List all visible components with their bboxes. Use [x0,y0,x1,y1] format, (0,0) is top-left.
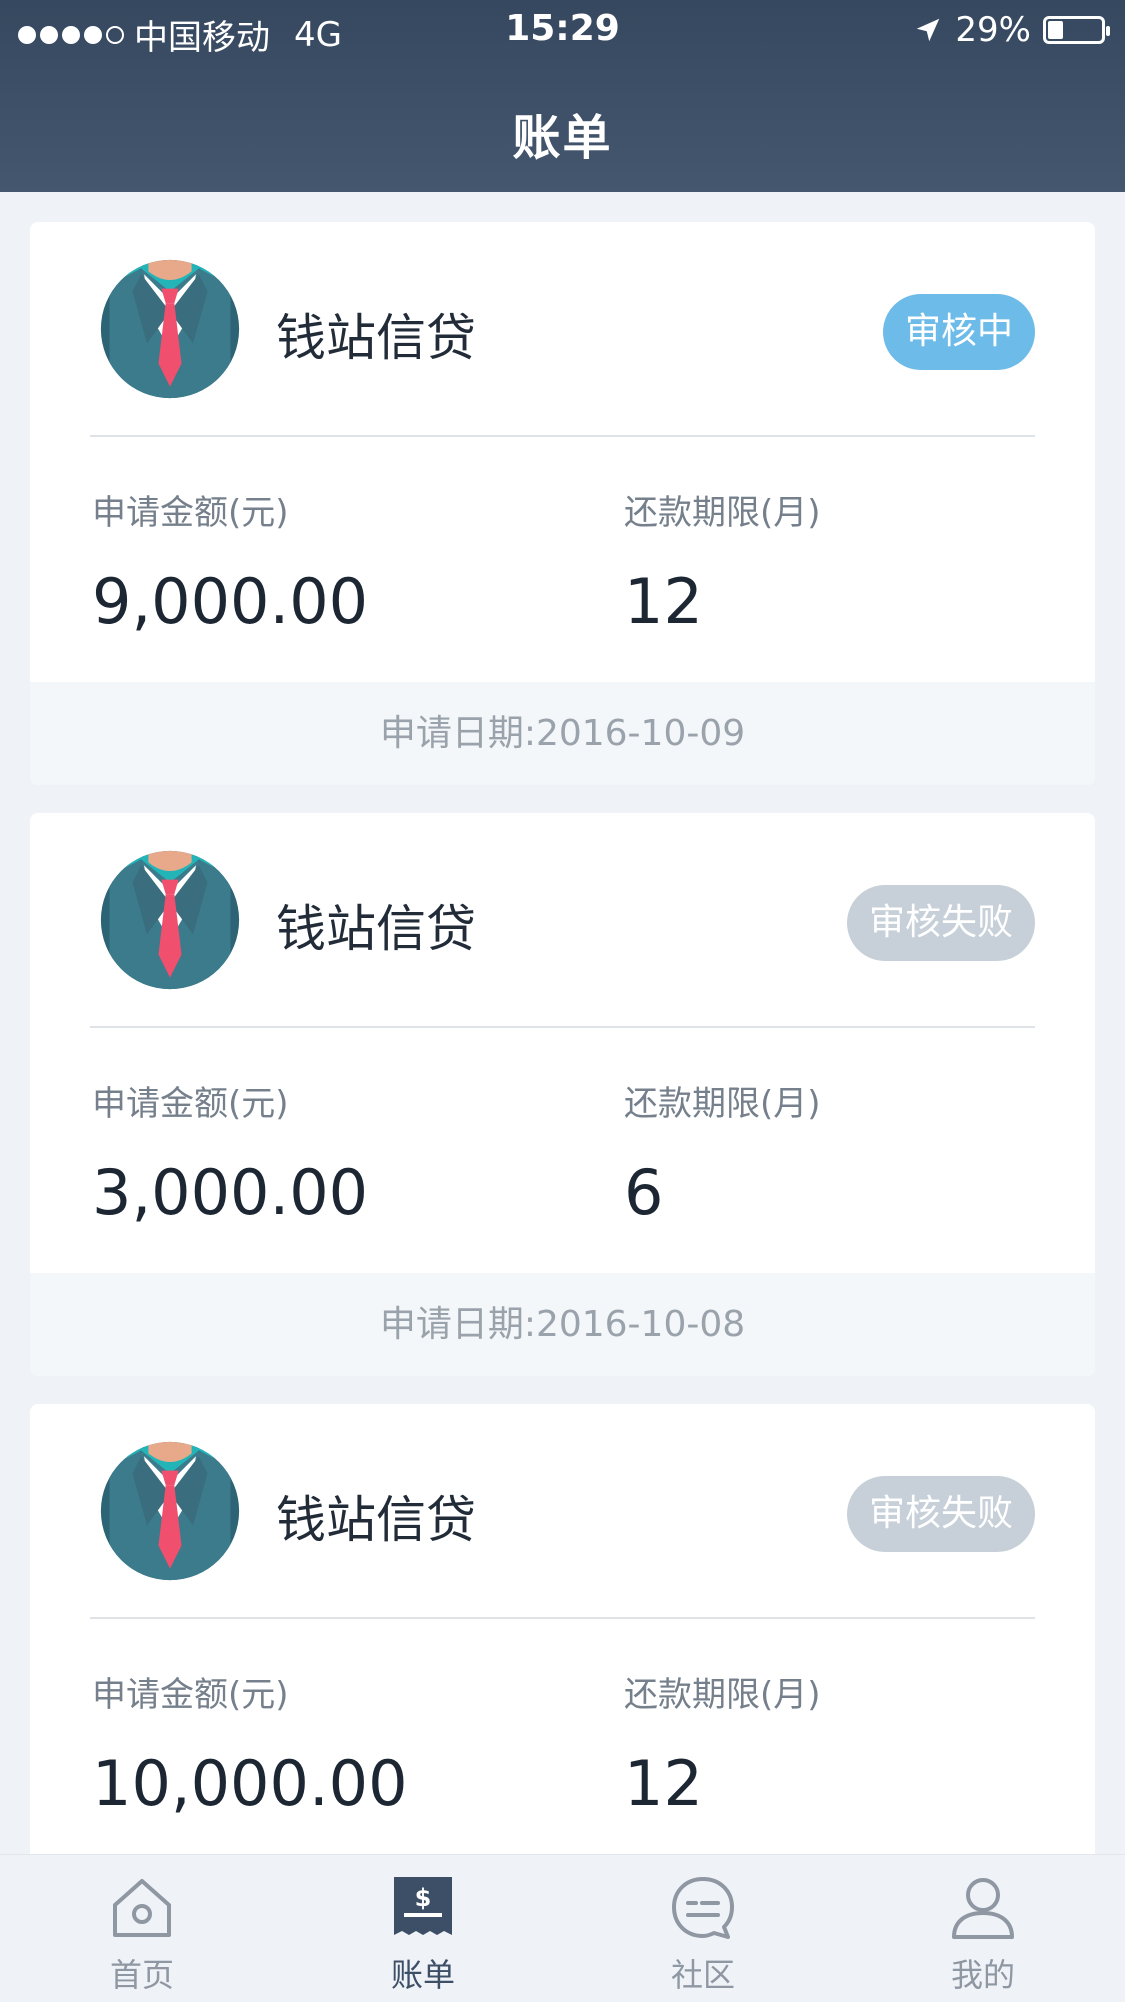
loan-card[interactable]: 钱站信贷 审核中 申请金额(元) 还款期限(月) 9,000.00 12 申请日… [30,222,1095,785]
loan-card[interactable]: 钱站信贷 审核失败 申请金额(元) 还款期限(月) 10,000.00 12 [30,1404,1095,1874]
battery-percent: 29% [955,10,1031,50]
amount-label: 申请金额(元) [92,493,289,533]
status-bar: 中国移动 4G 15:29 29% [0,0,1125,62]
term-value: 12 [624,565,703,638]
application-date: 申请日期:2016-10-08 [30,1273,1095,1376]
lender-name: 钱站信贷 [276,1491,476,1549]
term-label: 还款期限(月) [624,493,821,533]
app-header: 中国移动 4G 15:29 29% 账单 [0,0,1125,192]
application-date: 申请日期:2016-10-09 [30,682,1095,785]
tab-community-label: 社区 [670,1956,735,1994]
amount-value: 9,000.00 [92,565,369,638]
card-details: 申请金额(元) 还款期限(月) 9,000.00 12 [30,437,1095,682]
card-header: 钱站信贷 审核失败 [30,1404,1095,1619]
status-right: 29% [913,10,1110,50]
loan-card[interactable]: 钱站信贷 审核失败 申请金额(元) 还款期限(月) 3,000.00 6 申请日… [30,813,1095,1376]
tab-community[interactable]: 社区 [603,1855,803,2002]
term-label: 还款期限(月) [624,1084,821,1124]
amount-label: 申请金额(元) [92,1675,289,1715]
tab-bills-label: 账单 [390,1956,455,1994]
battery-level [1048,21,1063,39]
lender-name: 钱站信贷 [276,309,476,367]
user-icon [952,1878,1014,1939]
bill-icon: $ [394,1877,452,1935]
page-title: 账单 [512,110,613,166]
battery-icon [1043,16,1110,44]
card-details: 申请金额(元) 还款期限(月) 10,000.00 12 [30,1619,1095,1864]
status-badge: 审核中 [882,294,1035,370]
term-label: 还款期限(月) [624,1675,821,1715]
lender-name: 钱站信贷 [276,900,476,958]
lender-avatar-icon [98,1439,242,1583]
amount-value: 10,000.00 [92,1747,408,1820]
amount-label: 申请金额(元) [92,1084,289,1124]
lender-avatar-icon [98,848,242,992]
home-icon [113,1879,171,1937]
card-header: 钱站信贷 审核中 [30,222,1095,437]
lender-avatar-icon [98,257,242,401]
tab-mine-label: 我的 [950,1956,1015,1994]
svg-text:$: $ [415,1884,432,1912]
chat-icon [672,1877,734,1939]
tab-bills[interactable]: $ 账单 [323,1855,523,2002]
card-header: 钱站信贷 审核失败 [30,813,1095,1028]
amount-value: 3,000.00 [92,1156,369,1229]
location-arrow-icon [917,18,940,42]
term-value: 12 [624,1747,703,1820]
tab-home[interactable]: 首页 [42,1855,242,2002]
bottom-tab-bar: 首页 $ 账单 社区 我的 [0,1854,1125,2002]
tab-mine[interactable]: 我的 [883,1855,1083,2002]
card-details: 申请金额(元) 还款期限(月) 3,000.00 6 [30,1028,1095,1273]
tab-home-label: 首页 [109,1956,174,1994]
status-badge: 审核失败 [846,885,1035,961]
status-badge: 审核失败 [846,1476,1035,1552]
term-value: 6 [624,1156,664,1229]
